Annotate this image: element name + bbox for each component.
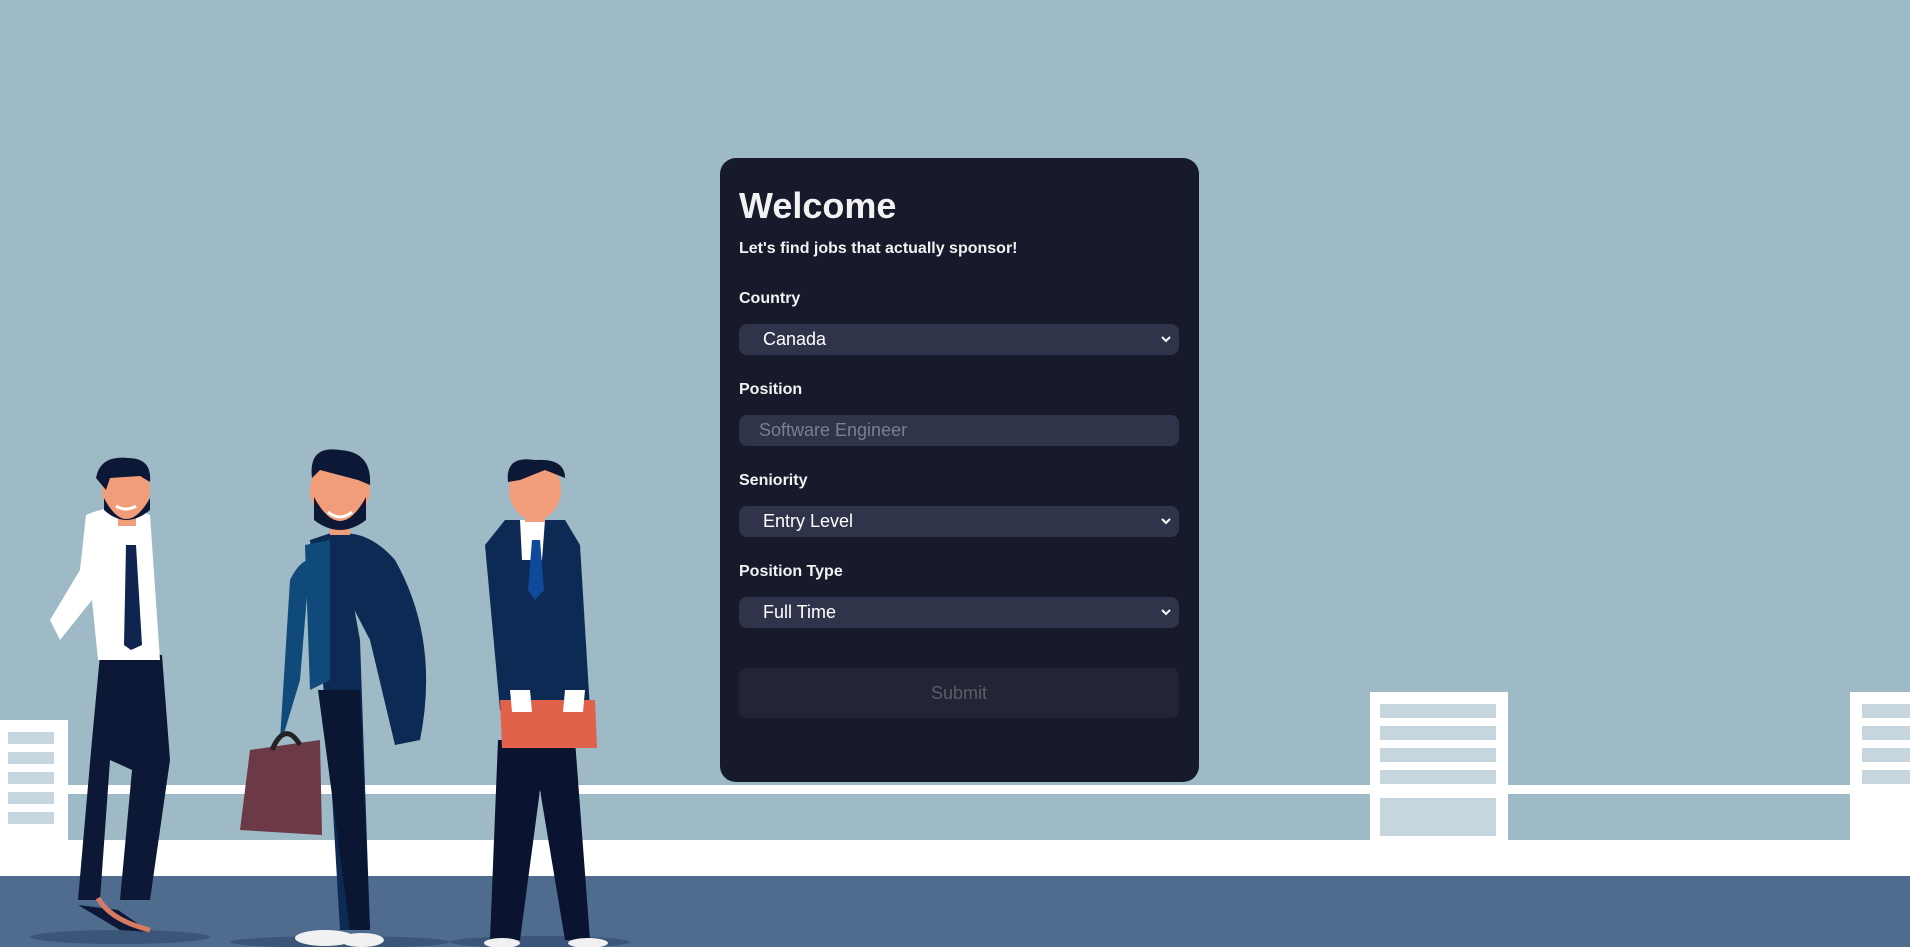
position-type-label: Position Type [739, 563, 843, 580]
seniority-select-value: Entry Level [763, 511, 854, 531]
welcome-card: Welcome Let's find jobs that actually sp… [720, 158, 1199, 782]
submit-button[interactable]: Submit [739, 668, 1179, 718]
position-input-placeholder: Software Engineer [759, 420, 908, 440]
page-title: Welcome [739, 185, 897, 226]
chevron-down-icon [1161, 336, 1171, 343]
chevron-down-icon [1161, 518, 1171, 525]
chevron-down-icon [1161, 609, 1171, 616]
country-select-value: Canada [763, 329, 827, 349]
page-subtitle: Let's find jobs that actually sponsor! [739, 240, 1018, 257]
position-label: Position [739, 381, 803, 398]
position-type-select[interactable]: Full Time [739, 597, 1179, 628]
seniority-label: Seniority [739, 472, 808, 489]
country-select[interactable]: Canada [739, 324, 1179, 355]
country-label: Country [739, 290, 801, 307]
seniority-select[interactable]: Entry Level [739, 506, 1179, 537]
position-input[interactable]: Software Engineer [739, 415, 1179, 446]
position-type-select-value: Full Time [763, 602, 837, 622]
